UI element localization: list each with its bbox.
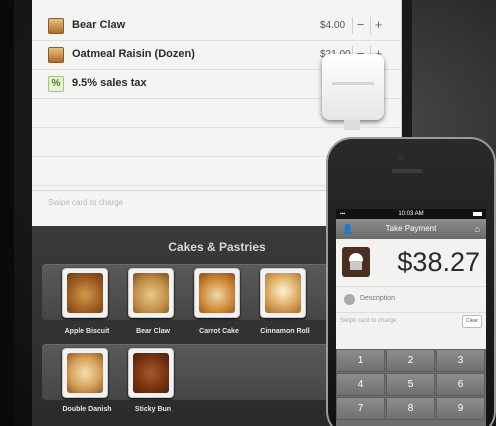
product-image — [133, 273, 169, 313]
cart-item[interactable]: Bear Claw $4.00 − + — [32, 12, 402, 41]
camera-icon[interactable] — [344, 294, 355, 305]
product-label: Double Danish — [62, 406, 112, 413]
key-4[interactable]: 4 — [336, 373, 385, 396]
product-image — [133, 353, 169, 393]
product-tile-apple-biscuit[interactable] — [62, 268, 108, 318]
cupcake-icon — [342, 247, 370, 277]
pastry-thumbnail-icon — [48, 47, 64, 63]
description-placeholder: Description — [360, 295, 396, 302]
device-bezel — [0, 0, 14, 426]
product-tile-carrot-cake[interactable] — [194, 268, 240, 318]
cart-item-price: $4.00 — [320, 20, 346, 31]
key-5[interactable]: 5 — [386, 373, 435, 396]
cart-item-name: Bear Claw — [72, 19, 126, 31]
product-tile-double-danish[interactable] — [62, 348, 108, 398]
swipe-card-row[interactable]: Swipe card to charge Clear — [336, 313, 486, 331]
battery-icon — [473, 212, 482, 216]
product-label: Carrot Cake — [199, 328, 239, 335]
status-bar: ▪▪▪ 10:03 AM — [336, 209, 486, 219]
key-7[interactable]: 7 — [336, 397, 385, 420]
card-reader-device — [322, 54, 384, 120]
product-image — [199, 273, 235, 313]
camera-icon — [398, 155, 404, 161]
product-label: Bear Claw — [136, 328, 170, 335]
pastry-thumbnail-icon — [48, 18, 64, 34]
home-icon[interactable]: ⌂ — [475, 223, 480, 235]
product-image — [265, 273, 301, 313]
product-label: Cinnamon Roll — [260, 328, 310, 335]
signal-icon: ▪▪▪ — [340, 211, 346, 217]
percent-icon: % — [48, 76, 64, 92]
description-field[interactable]: Description — [336, 287, 486, 313]
scene: Bear Claw $4.00 − + Oatmeal Raisin (Doze… — [0, 0, 496, 426]
key-6[interactable]: 6 — [436, 373, 485, 396]
payment-amount: $38.27 — [397, 247, 480, 277]
swipe-card-hint: Swipe card to charge — [48, 198, 124, 207]
key-3[interactable]: 3 — [436, 349, 485, 372]
speaker-grille — [392, 169, 422, 173]
user-icon[interactable]: 👤 — [342, 223, 353, 235]
cart-item-name: Oatmeal Raisin (Dozen) — [72, 48, 195, 60]
product-tile-cinnamon-roll[interactable] — [260, 268, 306, 318]
card-slot — [332, 82, 374, 85]
product-label: Apple Biscuit — [64, 328, 110, 335]
key-9[interactable]: 9 — [436, 397, 485, 420]
product-label: Sticky Bun — [134, 406, 172, 413]
key-8[interactable]: 8 — [386, 397, 435, 420]
payment-title: Take Payment — [385, 224, 437, 233]
amount-row: $38.27 — [336, 239, 486, 287]
key-1[interactable]: 1 — [336, 349, 385, 372]
iphone-screen: ▪▪▪ 10:03 AM 👤 Take Payment ⌂ $38.27 Des… — [336, 209, 486, 426]
product-image — [67, 273, 103, 313]
key-2[interactable]: 2 — [386, 349, 435, 372]
iphone-device: ▪▪▪ 10:03 AM 👤 Take Payment ⌂ $38.27 Des… — [326, 137, 496, 426]
product-tile-bear-claw[interactable] — [128, 268, 174, 318]
increment-button[interactable]: + — [370, 17, 386, 34]
decrement-button[interactable]: − — [352, 17, 368, 34]
keypad: 1 2 3 4 5 6 7 8 9 — [336, 349, 486, 426]
status-time: 10:03 AM — [398, 211, 424, 217]
product-image — [67, 353, 103, 393]
payment-titlebar: 👤 Take Payment ⌂ — [336, 219, 486, 239]
card-reader-plug — [344, 120, 360, 130]
tax-label: 9.5% sales tax — [72, 77, 147, 89]
product-tile-sticky-bun[interactable] — [128, 348, 174, 398]
clear-button[interactable]: Clear — [462, 315, 482, 328]
swipe-card-hint: Swipe card to charge — [340, 318, 397, 324]
